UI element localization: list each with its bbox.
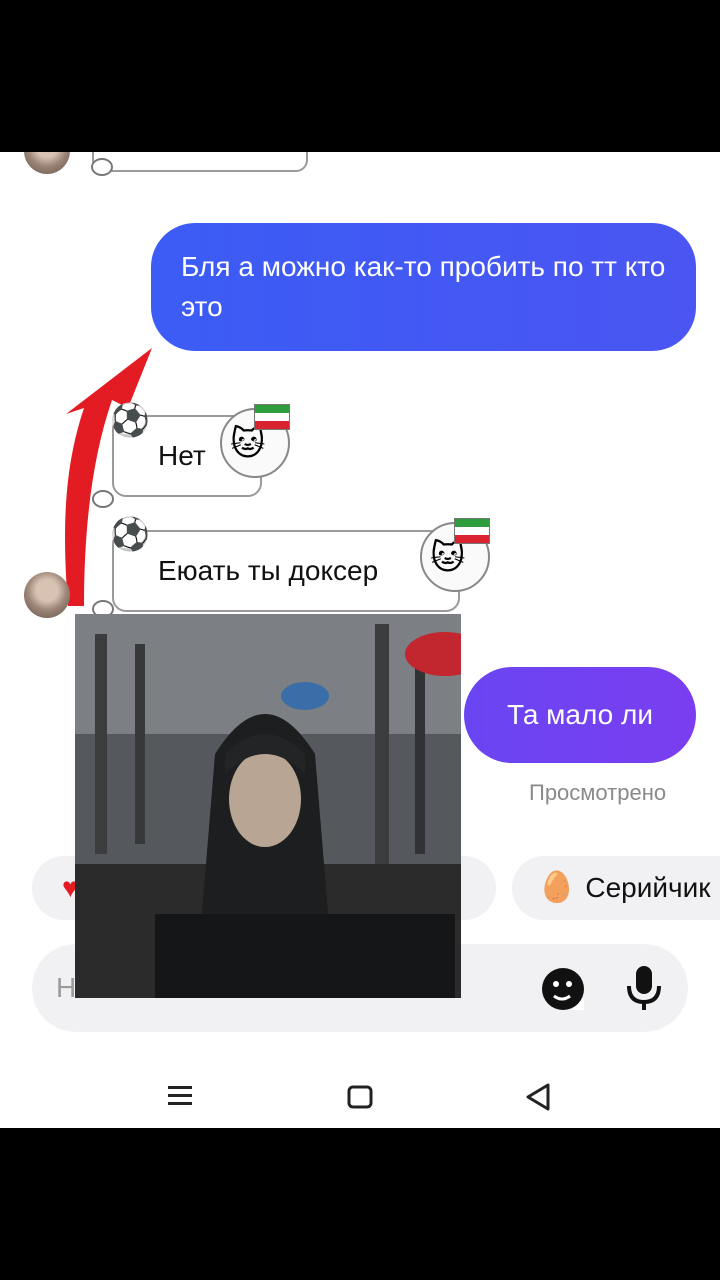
message-text: Та мало ли xyxy=(506,699,653,730)
back-icon[interactable] xyxy=(524,1082,552,1112)
flag-icon xyxy=(454,518,490,544)
message-incoming[interactable]: Еюать ты доксер xyxy=(112,530,460,612)
suggestion-label: Серийчик xyxy=(585,872,711,903)
video-overlay[interactable] xyxy=(75,614,461,998)
message-text: Бля а можно как-то пробить по тт кто это xyxy=(181,251,666,322)
input-placeholder: Н xyxy=(56,972,77,1003)
message-text: Еюать ты доксер xyxy=(158,555,379,586)
avatar[interactable] xyxy=(24,572,70,618)
egg-icon: 🥚 xyxy=(538,871,576,904)
sticker-bubble-partial xyxy=(92,152,308,172)
suggestion-chip[interactable]: 🥚 Серийчик xyxy=(512,856,720,920)
paw-icon xyxy=(91,158,113,176)
ball-icon: ⚽ xyxy=(110,516,150,552)
menu-icon[interactable] xyxy=(166,1084,194,1108)
sticker-icon[interactable] xyxy=(540,966,586,1012)
ball-icon: ⚽ xyxy=(110,402,150,438)
paw-icon xyxy=(92,490,114,508)
system-nav-bar xyxy=(0,1052,720,1128)
seen-status: Просмотрено xyxy=(529,780,667,805)
message-outgoing[interactable]: Бля а можно как-то пробить по тт кто это xyxy=(151,223,696,351)
video-frame xyxy=(75,614,461,998)
mic-icon[interactable] xyxy=(624,964,664,1014)
home-icon[interactable] xyxy=(346,1084,374,1112)
chat-screen: Бля а можно как-то пробить по тт кто это… xyxy=(0,152,720,1128)
message-text: Нет xyxy=(158,440,206,471)
flag-icon xyxy=(254,404,290,430)
avatar[interactable] xyxy=(24,152,70,174)
message-outgoing[interactable]: Та мало ли xyxy=(464,667,696,763)
